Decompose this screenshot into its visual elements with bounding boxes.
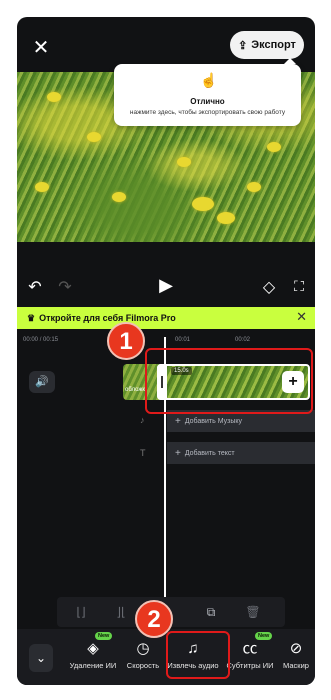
promo-text: Откройте для себя Filmora Pro	[39, 313, 176, 323]
tool-label: Маскир	[283, 661, 309, 670]
ai-remove-icon: ◈	[87, 640, 99, 657]
flower	[192, 197, 214, 211]
hand-pointer-icon: ☝	[200, 72, 218, 88]
tool-label: Скорость	[126, 661, 160, 670]
crown-icon: ♛	[27, 312, 36, 323]
tooltip-text: нажмите здесь, чтобы экспортировать свою…	[129, 109, 286, 116]
highlight-clip	[145, 348, 313, 414]
total-time: / 00:15	[39, 337, 59, 343]
promo-banner[interactable]: ♛ Откройте для себя Filmora Pro ✕	[17, 307, 315, 329]
tool-speed[interactable]: ◷ Скорость	[115, 639, 171, 670]
step-1-badge: 1	[107, 322, 145, 360]
tool-ai-subtitles[interactable]: ㏄ Субтитры ИИ	[222, 639, 278, 670]
tooltip-title: Отлично	[190, 97, 225, 106]
flower	[217, 212, 235, 224]
add-text-track[interactable]: + Добавить текст	[167, 442, 315, 464]
flower	[35, 182, 49, 192]
split-right-icon[interactable]: ⌋⌊	[109, 600, 133, 624]
redo-icon[interactable]: ↷	[55, 277, 75, 297]
add-text-label: Добавить текст	[184, 449, 235, 457]
fullscreen-icon[interactable]: ⛶	[289, 277, 309, 297]
flower	[267, 142, 281, 152]
tool-label: Удаление ИИ	[69, 661, 117, 670]
new-badge: New	[95, 632, 113, 640]
speed-icon: ◷	[136, 640, 150, 657]
close-icon[interactable]: ✕	[29, 35, 53, 59]
keyframe-icon[interactable]: ◇	[259, 277, 279, 297]
export-button[interactable]: ⇪ Экспорт	[230, 31, 304, 59]
play-icon[interactable]: ▶	[156, 276, 176, 296]
flower	[87, 132, 101, 142]
text-icon: T	[140, 448, 146, 458]
flower	[112, 192, 126, 202]
tick-label: 00:02	[235, 337, 251, 343]
upload-icon: ⇪	[238, 39, 248, 52]
plus-icon: +	[175, 447, 181, 459]
time-readout: 00:00 / 00:15	[23, 337, 58, 343]
ai-subtitles-icon: ㏄	[242, 640, 258, 657]
highlight-extract-audio	[166, 631, 230, 679]
cover-label: обложк	[125, 387, 145, 393]
add-music-label: Добавить Музыку	[184, 417, 243, 425]
tick-label: 00:01	[175, 337, 191, 343]
chevron-down-icon[interactable]: ⌄	[29, 644, 53, 672]
export-tooltip[interactable]: ☝ Отлично нажмите здесь, чтобы экспортир…	[114, 58, 301, 126]
music-note-icon: ♪	[140, 415, 145, 425]
duplicate-icon[interactable]: ⧉	[199, 600, 223, 624]
export-label: Экспорт	[251, 39, 296, 51]
step-2-badge: 2	[135, 600, 173, 638]
tool-ai-remove[interactable]: ◈ Удаление ИИ	[65, 639, 121, 670]
flower	[47, 92, 61, 102]
mute-audio-icon[interactable]: 🔊	[29, 371, 55, 393]
delete-icon[interactable]: 🗑	[241, 600, 265, 624]
plus-icon: +	[175, 415, 181, 427]
mask-icon: ⊘	[289, 640, 303, 657]
undo-icon[interactable]: ↶	[25, 277, 45, 297]
flower	[177, 157, 191, 167]
new-badge: New	[255, 632, 273, 640]
current-time: 00:00	[23, 337, 39, 343]
tool-mask[interactable]: ⊘ Маскир	[277, 639, 315, 670]
tool-label: Субтитры ИИ	[226, 661, 274, 670]
close-promo-icon[interactable]: ✕	[296, 310, 307, 325]
split-left-icon[interactable]: ⌊⌋	[69, 600, 93, 624]
flower	[247, 182, 261, 192]
